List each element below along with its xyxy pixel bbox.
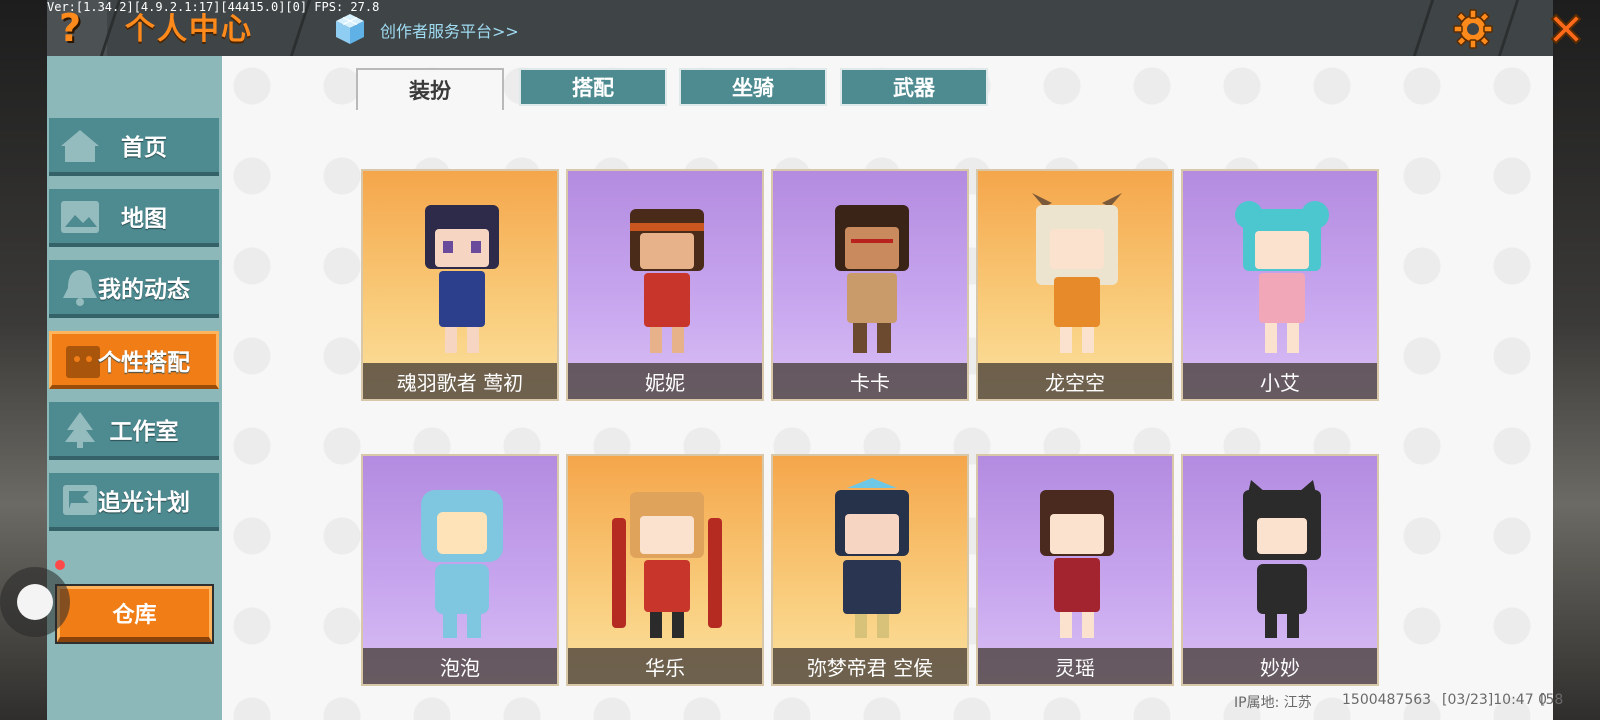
bell-icon [63,270,97,306]
character-card[interactable]: 妙妙 [1181,454,1379,686]
character-name: 华乐 [568,648,762,684]
sidebar-item-label: 首页 [121,135,167,161]
character-figure-icon [425,205,499,353]
character-name: 魂羽歌者 莺初 [363,363,557,399]
character-figure-icon [1243,480,1321,638]
sidebar-item-label: 地图 [121,206,167,232]
character-card[interactable]: 卡卡 [771,169,969,401]
sidebar-item-moments[interactable]: 我的动态 [49,260,219,318]
sidebar-item-label: 追光计划 [98,490,190,516]
sidebar-item-label: 我的动态 [98,277,190,303]
character-figure-icon [835,478,909,638]
character-figure-icon [835,205,909,353]
map-icon [61,201,99,233]
character-figure-icon [1040,490,1114,638]
footer-extra: [58 [1540,692,1564,708]
sidebar-item-outfit[interactable]: 个性搭配 [49,331,219,389]
character-card[interactable]: 华乐 [566,454,764,686]
timestamp: [03/23]10:47 0 [1442,692,1547,708]
creator-platform-link[interactable]: 创作者服务平台>> [380,18,519,42]
character-name: 灵瑶 [978,648,1172,684]
sidebar-item-home[interactable]: 首页 [49,118,219,176]
sidebar-item-chase-light[interactable]: 追光计划 [49,473,219,531]
divider [1412,0,1435,56]
character-figure-icon [1235,201,1329,353]
character-name: 龙空空 [978,363,1172,399]
ip-location: IP属地: 江苏 [1234,695,1312,711]
character-card[interactable]: 灵瑶 [976,454,1174,686]
character-name: 卡卡 [773,363,967,399]
character-card[interactable]: 龙空空 [976,169,1174,401]
sidebar-item-label: 工作室 [109,419,179,445]
character-figure-icon [421,490,503,638]
cube-icon[interactable] [334,12,366,46]
tab-weapons[interactable]: 武器 [840,68,988,106]
character-name: 妙妙 [1183,648,1377,684]
warehouse-button[interactable]: 仓库 [55,584,214,644]
character-figure-icon [612,492,722,638]
close-icon[interactable] [1545,8,1587,50]
sidebar-item-label: 个性搭配 [98,349,190,376]
tree-icon [65,412,95,448]
character-card[interactable]: 妮妮 [566,169,764,401]
floating-button-knob [17,584,53,620]
home-icon [61,130,99,162]
sidebar: 首页 地图 我的动态 个性搭配 工作室 追光计划 仓库 [47,56,222,720]
character-card[interactable]: 弥梦帝君 空侯 [771,454,969,686]
debug-info: Ver:[1.34.2][4.9.2.1:17][44415.0][0] FPS… [47,0,380,14]
divider [1497,0,1520,56]
flag-icon [63,485,97,515]
character-name: 小艾 [1183,363,1377,399]
floating-assist-button[interactable] [0,567,70,637]
notification-dot [55,560,65,570]
main-panel: 装扮 搭配 坐骑 武器 魂羽歌者 莺初 妮妮 卡卡 龙空空 小艾 泡泡 华乐 弥… [222,56,1563,720]
character-card[interactable]: 魂羽歌者 莺初 [361,169,559,401]
game-background-right [1548,0,1600,720]
character-figure-icon [1032,193,1122,353]
character-card[interactable]: 泡泡 [361,454,559,686]
tab-outfit-sets[interactable]: 搭配 [519,68,667,106]
character-name: 泡泡 [363,648,557,684]
character-card[interactable]: 小艾 [1181,169,1379,401]
tab-mounts[interactable]: 坐骑 [679,68,827,106]
sidebar-item-map[interactable]: 地图 [49,189,219,247]
sidebar-item-studio[interactable]: 工作室 [49,402,219,460]
character-name: 妮妮 [568,363,762,399]
tab-dress-up[interactable]: 装扮 [356,68,504,110]
character-figure-icon [630,209,704,353]
gear-icon[interactable] [1452,8,1494,50]
user-id: 1500487563 [1342,692,1432,708]
character-name: 弥梦帝君 空侯 [773,648,967,684]
